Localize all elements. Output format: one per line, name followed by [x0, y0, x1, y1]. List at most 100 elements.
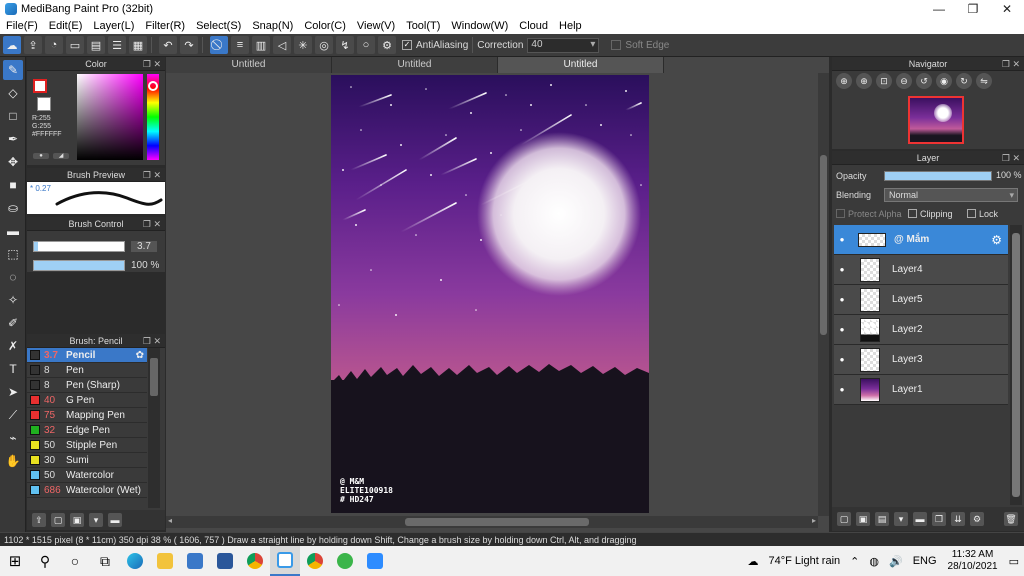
close-button[interactable]: ✕: [990, 2, 1024, 16]
search-icon[interactable]: ⚲: [30, 546, 60, 576]
visibility-icon[interactable]: ●: [834, 235, 850, 244]
clipping-option[interactable]: Clipping: [908, 209, 953, 219]
perspective-snap-icon[interactable]: ◁: [273, 36, 291, 54]
chrome-icon[interactable]: [300, 546, 330, 576]
hand-tool-icon[interactable]: ✋: [3, 451, 23, 471]
menu-help[interactable]: Help: [553, 20, 587, 32]
language-indicator[interactable]: ENG: [913, 555, 937, 567]
correction-select[interactable]: 40: [527, 37, 600, 53]
brush-list-scrollbar[interactable]: [148, 348, 160, 508]
canvas-horizontal-scrollbar[interactable]: ◂ ▸: [166, 516, 818, 528]
menu-layer[interactable]: Layer(L): [87, 20, 139, 32]
edge-icon[interactable]: [120, 546, 150, 576]
store-icon[interactable]: [180, 546, 210, 576]
menu-window[interactable]: Window(W): [445, 20, 513, 32]
menu-file[interactable]: File(F): [0, 20, 43, 32]
weather-text[interactable]: 74°F Light rain: [768, 555, 840, 567]
zoom-in-icon[interactable]: ⊕: [836, 73, 852, 89]
layer-item-layer2[interactable]: ● Layer2: [834, 315, 1008, 345]
flip-icon[interactable]: ⇋: [976, 73, 992, 89]
rotate-reset-icon[interactable]: ◉: [936, 73, 952, 89]
brush-item-g-pen[interactable]: 40 G Pen: [27, 393, 147, 408]
visibility-icon[interactable]: ●: [834, 265, 850, 274]
folder-icon[interactable]: ▬: [913, 512, 927, 526]
brush-item-mapping-pen[interactable]: 75 Mapping Pen: [27, 408, 147, 423]
operation-tool-icon[interactable]: ➤: [3, 382, 23, 402]
snap-settings-icon[interactable]: ⚙: [378, 36, 396, 54]
maximize-button[interactable]: ❐: [956, 2, 990, 16]
layer-settings-icon[interactable]: ⚙: [970, 512, 984, 526]
zoom-icon[interactable]: [360, 546, 390, 576]
task-view-icon[interactable]: ⧉: [90, 546, 120, 576]
menu-tool[interactable]: Tool(T): [400, 20, 445, 32]
canvas-vertical-scrollbar[interactable]: [818, 73, 829, 516]
layer-item-layer1[interactable]: ● Layer1: [834, 375, 1008, 405]
new-halftone-layer-icon[interactable]: ▣: [856, 512, 870, 526]
brush-item-edge-pen[interactable]: 32 Edge Pen: [27, 423, 147, 438]
zoom-in-icon[interactable]: ⊕: [856, 73, 872, 89]
dot-tool-icon[interactable]: □: [3, 106, 23, 126]
panel-close-icon[interactable]: ❐ ✕: [143, 334, 161, 348]
cloud-icon[interactable]: ☁: [3, 36, 21, 54]
navigator-thumbnail[interactable]: [908, 96, 964, 144]
curve-snap-icon[interactable]: ↯: [336, 36, 354, 54]
chrome-icon[interactable]: [240, 546, 270, 576]
medibang-icon[interactable]: [270, 546, 300, 576]
comment-icon[interactable]: ◔: [45, 36, 63, 54]
color-mode-button[interactable]: ●: [33, 153, 49, 159]
layer-menu-icon[interactable]: ▾: [894, 512, 908, 526]
list-icon[interactable]: ☰: [108, 36, 126, 54]
brush-item-stipple-pen[interactable]: 50 Stipple Pen: [27, 438, 147, 453]
panel-close-icon[interactable]: ❐ ✕: [1002, 151, 1020, 165]
scroll-left-icon[interactable]: ◂: [168, 516, 172, 525]
zoom-out-icon[interactable]: ⊖: [896, 73, 912, 89]
windows-start-icon[interactable]: ⊞: [0, 546, 30, 576]
radial-snap-icon[interactable]: ✳: [294, 36, 312, 54]
merge-layer-icon[interactable]: ⇊: [951, 512, 965, 526]
brush-opacity-slider[interactable]: [33, 260, 125, 271]
rotate-left-icon[interactable]: ↺: [916, 73, 932, 89]
magic-wand-icon[interactable]: ✧: [3, 290, 23, 310]
soft-edge-checkbox[interactable]: [611, 40, 622, 50]
background-color-swatch[interactable]: [37, 97, 51, 111]
panel-close-icon[interactable]: ❐ ✕: [143, 217, 161, 231]
duplicate-layer-icon[interactable]: ❐: [932, 512, 946, 526]
layer-item-layer5[interactable]: ● Layer5: [834, 285, 1008, 315]
menu-cloud[interactable]: Cloud: [513, 20, 553, 32]
app-icon[interactable]: [330, 546, 360, 576]
brush-item-pencil[interactable]: 3.7 Pencil ✿: [27, 348, 147, 363]
pen-tool-icon[interactable]: ✒: [3, 129, 23, 149]
layer-item-layer4[interactable]: ● Layer4: [834, 255, 1008, 285]
cortana-icon[interactable]: ○: [60, 546, 90, 576]
notifications-icon[interactable]: ▭: [1009, 555, 1019, 568]
select-pen-icon[interactable]: ✐: [3, 313, 23, 333]
text-tool-icon[interactable]: T: [3, 359, 23, 379]
saturation-value-picker[interactable]: [77, 74, 143, 160]
lock-option[interactable]: Lock: [967, 209, 998, 219]
parallel-snap-icon[interactable]: ≡: [231, 36, 249, 54]
add-brush-icon[interactable]: ⇪: [32, 513, 46, 527]
brush-item-pen[interactable]: 8 Pen: [27, 363, 147, 378]
word-icon[interactable]: [210, 546, 240, 576]
concentric-snap-icon[interactable]: ◎: [315, 36, 333, 54]
layer-item-mam[interactable]: ● @ Mắm ⚙: [834, 225, 1008, 255]
foreground-color-swatch[interactable]: [33, 79, 47, 93]
visibility-icon[interactable]: ●: [834, 355, 850, 364]
clock[interactable]: 11:32 AM 28/10/2021: [948, 549, 998, 573]
document-icon[interactable]: ▤: [87, 36, 105, 54]
new-layer-icon[interactable]: ▢: [837, 512, 851, 526]
gradient-tool-icon[interactable]: ▬: [3, 221, 23, 241]
visibility-icon[interactable]: ●: [834, 295, 850, 304]
tray-chevron-icon[interactable]: ⌃: [850, 555, 859, 568]
menu-edit[interactable]: Edit(E): [43, 20, 88, 32]
tab-untitled-3[interactable]: Untitled: [498, 57, 664, 73]
menu-snap[interactable]: Snap(N): [246, 20, 298, 32]
antialiasing-checkbox[interactable]: ✓: [402, 40, 412, 50]
protect-alpha-option[interactable]: Protect Alpha: [836, 209, 902, 219]
visibility-icon[interactable]: ●: [834, 385, 850, 394]
gear-icon[interactable]: ⚙: [991, 233, 1002, 247]
snap-off-icon[interactable]: ⃠: [210, 36, 228, 54]
new-8bit-layer-icon[interactable]: ▤: [875, 512, 889, 526]
grid-snap-icon[interactable]: ▥: [252, 36, 270, 54]
brush-tool-icon[interactable]: ✎: [3, 60, 23, 80]
